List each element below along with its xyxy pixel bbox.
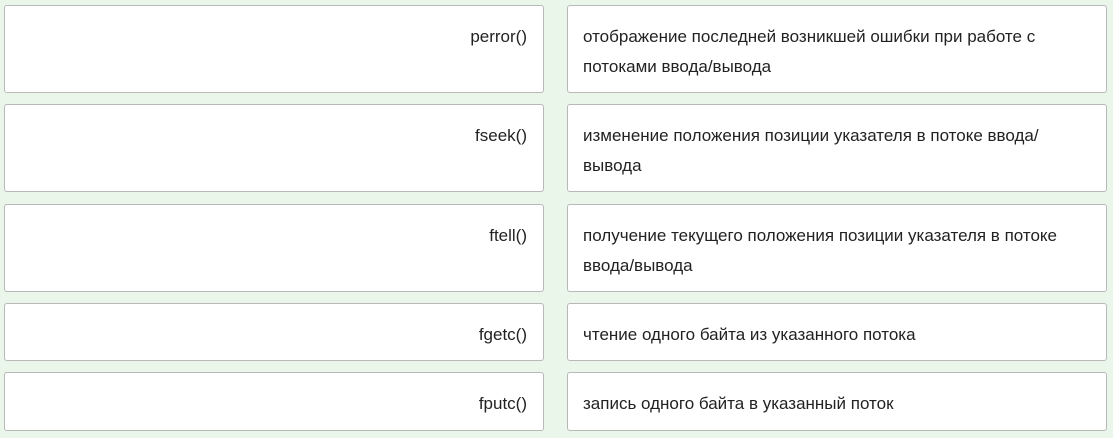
definition-card[interactable]: чтение одного байта из указанного потока (567, 303, 1107, 361)
term-slot[interactable]: ftell() (4, 204, 544, 292)
term-slot[interactable]: fgetc() (4, 303, 544, 361)
match-row: fgetc() чтение одного байта из указанног… (4, 303, 1107, 361)
match-row: perror() отображение последней возникшей… (4, 5, 1107, 93)
definition-label: чтение одного байта из указанного потока (583, 325, 916, 344)
definition-label: запись одного байта в указанный поток (583, 394, 894, 413)
term-label: fputc() (478, 394, 527, 413)
definition-label: изменение положения позиции указателя в … (583, 126, 1039, 175)
match-row: ftell() получение текущего положения поз… (4, 204, 1107, 292)
definition-card[interactable]: отображение последней возникшей ошибки п… (567, 5, 1107, 93)
term-slot[interactable]: fputc() (4, 372, 544, 431)
term-label: perror() (470, 27, 527, 46)
match-row: fputc() запись одного байта в указанный … (4, 372, 1107, 431)
term-label: fgetc() (478, 325, 527, 344)
term-slot[interactable]: fseek() (4, 104, 544, 192)
definition-label: получение текущего положения позиции ука… (583, 226, 1057, 275)
definition-card[interactable]: запись одного байта в указанный поток (567, 372, 1107, 431)
term-label: ftell() (489, 226, 527, 245)
term-label: fseek() (475, 126, 527, 145)
definition-card[interactable]: изменение положения позиции указателя в … (567, 104, 1107, 192)
match-row: fseek() изменение положения позиции указ… (4, 104, 1107, 192)
definition-card[interactable]: получение текущего положения позиции ука… (567, 204, 1107, 292)
term-slot[interactable]: perror() (4, 5, 544, 93)
definition-label: отображение последней возникшей ошибки п… (583, 27, 1036, 76)
